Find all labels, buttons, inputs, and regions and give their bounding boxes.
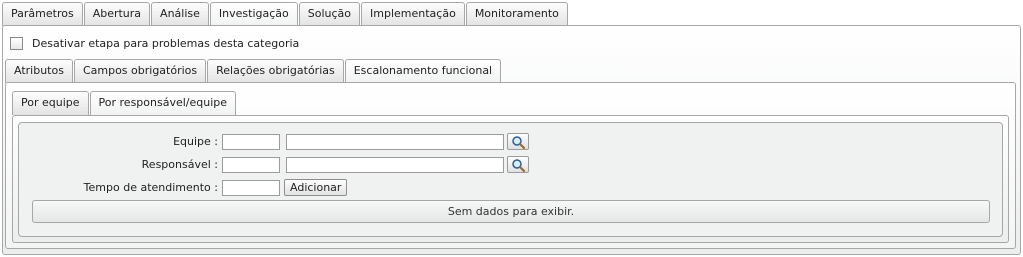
tab-analise[interactable]: Análise xyxy=(151,2,209,26)
tab-monitoramento[interactable]: Monitoramento xyxy=(465,2,568,26)
disable-step-row[interactable]: Desativar etapa para problemas desta cat… xyxy=(10,37,299,50)
team-search-button[interactable] xyxy=(507,133,529,150)
responsible-search-button[interactable] xyxy=(507,156,529,173)
tab-implementacao[interactable]: Implementação xyxy=(361,2,465,26)
responsible-label: Responsável : xyxy=(141,158,218,171)
responsible-code-input[interactable] xyxy=(222,157,280,173)
tab-relacoes-obrigatorias[interactable]: Relações obrigatórias xyxy=(207,59,344,83)
disable-step-label: Desativar etapa para problemas desta cat… xyxy=(32,37,300,50)
add-button[interactable]: Adicionar xyxy=(284,179,348,196)
team-name-input[interactable] xyxy=(286,134,504,150)
tab-por-equipe[interactable]: Por equipe xyxy=(12,91,89,115)
tab-campos-obrigatorios[interactable]: Campos obrigatórios xyxy=(73,59,207,83)
magnifier-icon xyxy=(512,158,525,172)
tab-por-responsavel-equipe[interactable]: Por responsável/equipe xyxy=(89,91,237,115)
tab-abertura[interactable]: Abertura xyxy=(83,2,151,26)
tab-parametros[interactable]: Parâmetros xyxy=(2,2,83,26)
magnifier-icon xyxy=(512,135,525,149)
sub-tab-bar: Atributos Campos obrigatórios Relações o… xyxy=(5,59,502,83)
service-time-input[interactable] xyxy=(222,180,280,196)
service-time-label: Tempo de atendimento : xyxy=(83,181,218,194)
tab-escalonamento-funcional[interactable]: Escalonamento funcional xyxy=(344,59,502,83)
team-code-input[interactable] xyxy=(222,134,280,150)
disable-step-checkbox[interactable] xyxy=(10,37,23,50)
team-label: Equipe : xyxy=(173,135,218,148)
empty-grid-message: Sem dados para exibir. xyxy=(447,205,575,218)
top-tab-bar: Parâmetros Abertura Análise Investigação… xyxy=(2,2,569,26)
tab-investigacao[interactable]: Investigação xyxy=(209,2,298,26)
tab-atributos[interactable]: Atributos xyxy=(5,59,73,83)
inner-tab-bar: Por equipe Por responsável/equipe xyxy=(12,91,237,115)
responsible-name-input[interactable] xyxy=(286,157,504,173)
escalation-grid: Sem dados para exibir. xyxy=(32,200,990,223)
tab-solucao[interactable]: Solução xyxy=(298,2,361,26)
